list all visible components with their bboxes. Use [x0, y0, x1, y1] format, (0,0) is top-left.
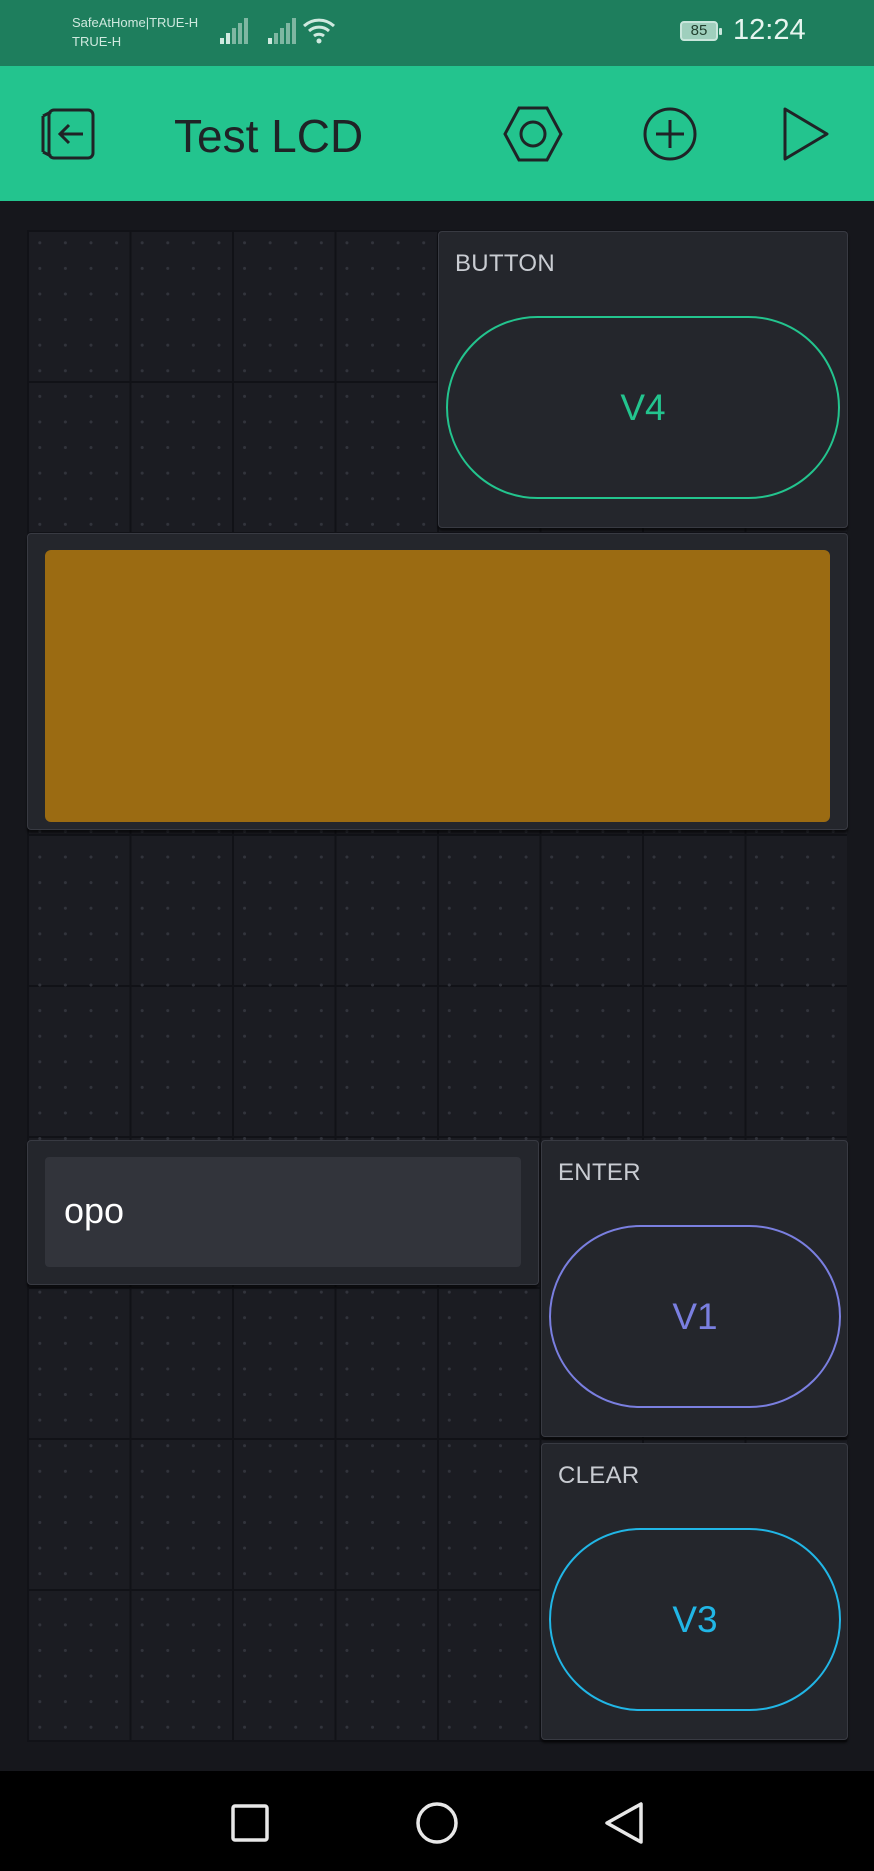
wifi-icon — [302, 18, 336, 44]
signal-icon-2 — [268, 18, 296, 44]
settings-button[interactable] — [503, 104, 563, 164]
enter-button[interactable]: V1 — [549, 1225, 841, 1408]
button-widget-v4[interactable]: BUTTON V4 — [438, 231, 848, 528]
recent-apps-button[interactable] — [222, 1795, 278, 1851]
recent-apps-icon — [231, 1804, 269, 1842]
add-icon — [643, 107, 697, 161]
signal-icon — [220, 18, 248, 44]
widget-label: BUTTON — [455, 250, 556, 277]
play-button[interactable] — [775, 104, 835, 164]
terminal-input[interactable]: opo — [45, 1157, 521, 1267]
carrier-line-2: TRUE-H — [72, 34, 122, 49]
status-bar: SafeAtHome|TRUE-H TRUE-H 85 12:24 — [0, 0, 874, 66]
carrier-info: SafeAtHome|TRUE-H TRUE-H — [72, 13, 198, 51]
exit-icon — [41, 108, 95, 160]
widget-label: ENTER — [558, 1159, 641, 1186]
settings-hex-icon — [503, 106, 563, 162]
button-v4[interactable]: V4 — [446, 316, 840, 499]
widget-canvas: BUTTON V4 opo ENTER V1 CLEAR V3 — [27, 230, 848, 1742]
app-toolbar: Test LCD — [0, 66, 874, 201]
clock: 12:24 — [733, 14, 806, 46]
project-title: Test LCD — [174, 110, 364, 162]
terminal-widget: opo — [27, 1140, 539, 1285]
lcd-screen — [45, 550, 830, 822]
battery-indicator: 85 — [680, 21, 722, 41]
back-button[interactable] — [596, 1795, 652, 1851]
play-icon — [783, 107, 829, 161]
widget-label: CLEAR — [558, 1462, 640, 1489]
exit-button[interactable] — [38, 104, 98, 164]
home-button[interactable] — [409, 1795, 465, 1851]
button-widget-clear[interactable]: CLEAR V3 — [541, 1443, 848, 1740]
clear-button[interactable]: V3 — [549, 1528, 841, 1711]
home-icon — [416, 1802, 458, 1844]
carrier-line-1: SafeAtHome|TRUE-H — [72, 15, 199, 30]
navigation-bar — [0, 1771, 874, 1871]
lcd-widget — [27, 533, 848, 830]
terminal-value: opo — [64, 1190, 125, 1231]
button-widget-enter[interactable]: ENTER V1 — [541, 1140, 848, 1437]
back-icon — [605, 1802, 643, 1844]
add-widget-button[interactable] — [640, 104, 700, 164]
